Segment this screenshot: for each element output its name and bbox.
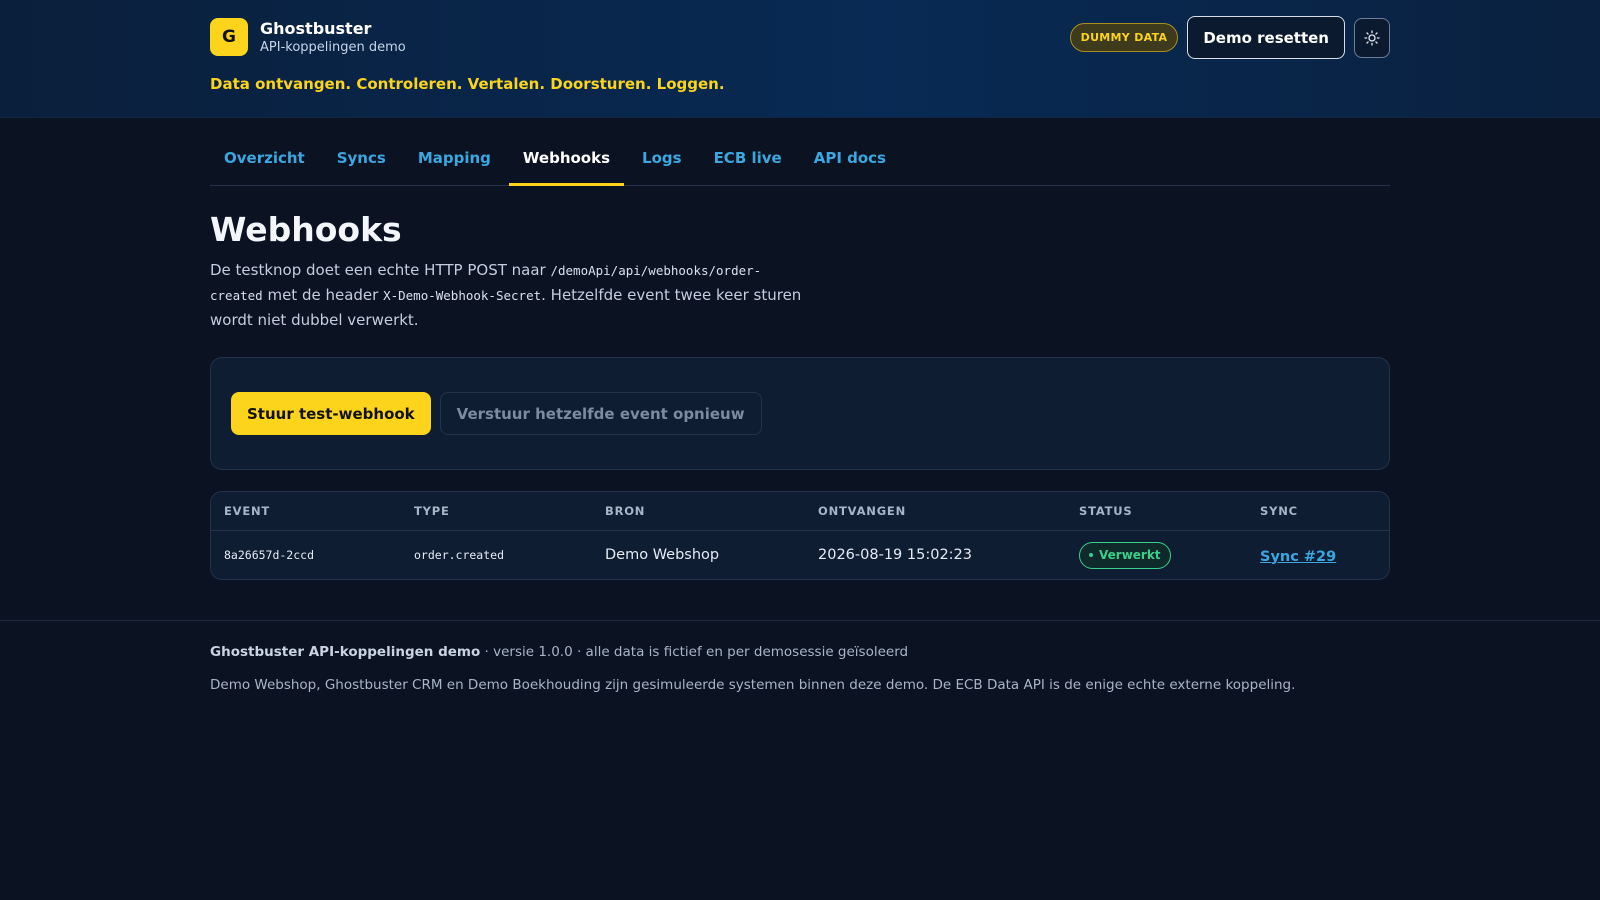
column-header-status: STATUS [1079,504,1133,518]
send-test-webhook-button[interactable]: Stuur test-webhook [231,392,431,435]
main-tabs: Overzicht Syncs Mapping Webhooks Logs EC… [210,146,1390,186]
table-row: 8a26657d-2ccd order.created Demo Webshop… [211,531,1389,579]
status-badge: Verwerkt [1079,541,1171,569]
event-source: Demo Webshop [605,547,720,563]
column-header-ontvangen: ONTVANGEN [818,504,907,518]
webhooks-table: EVENT TYPE BRON ONTVANGEN STATUS SYNC 8a… [210,491,1390,580]
brand-name: Ghostbuster [260,18,372,38]
event-received: 2026-08-19 15:02:23 [818,547,972,563]
page-title: Webhooks [210,210,402,249]
reset-demo-button[interactable]: Demo resetten [1187,16,1345,59]
footer: Ghostbuster API-koppelingen demo · versi… [0,620,1600,693]
table-header: EVENT TYPE BRON ONTVANGEN STATUS SYNC [211,492,1389,531]
webhook-actions-card: Stuur test-webhook Verstuur hetzelfde ev… [210,357,1390,470]
status-label: Verwerkt [1099,548,1161,562]
theme-toggle-button[interactable] [1354,17,1390,58]
event-id: 8a26657d-2ccd [224,548,315,562]
brand[interactable]: G Ghostbuster API-koppelingen demo [210,18,406,56]
tab-overzicht[interactable]: Overzicht [210,146,319,186]
footer-meta: Ghostbuster API-koppelingen demo · versi… [210,644,909,660]
footer-app-name: Ghostbuster API-koppelingen demo [210,644,481,660]
sun-icon [1364,29,1380,46]
tab-webhooks[interactable]: Webhooks [508,146,625,186]
dummy-data-badge: DUMMY DATA [1069,23,1179,52]
tab-ecb-live[interactable]: ECB live [700,146,796,186]
event-type: order.created [414,548,505,562]
header-name: X-Demo-Webhook-Secret [383,288,542,303]
footer-note: Demo Webshop, Ghostbuster CRM en Demo Bo… [210,677,1296,693]
column-header-type: TYPE [414,504,450,518]
status-dot-icon [1089,553,1093,557]
column-header-sync: SYNC [1260,504,1298,518]
column-header-bron: BRON [605,504,646,518]
logo-icon: G [210,18,248,56]
tab-syncs[interactable]: Syncs [323,146,400,186]
brand-subtitle: API-koppelingen demo [260,39,406,55]
tab-logs[interactable]: Logs [628,146,696,186]
tab-mapping[interactable]: Mapping [404,146,505,186]
sync-link[interactable]: Sync #29 [1260,549,1336,565]
tab-api-docs[interactable]: API docs [800,146,900,186]
column-header-event: EVENT [224,504,271,518]
tagline: Data ontvangen. Controleren. Vertalen. D… [210,75,725,93]
app-header: G Ghostbuster API-koppelingen demo Data … [0,0,1600,118]
page-description: De testknop doet een echte HTTP POST naa… [210,261,802,329]
resend-event-button[interactable]: Verstuur hetzelfde event opnieuw [439,392,762,435]
